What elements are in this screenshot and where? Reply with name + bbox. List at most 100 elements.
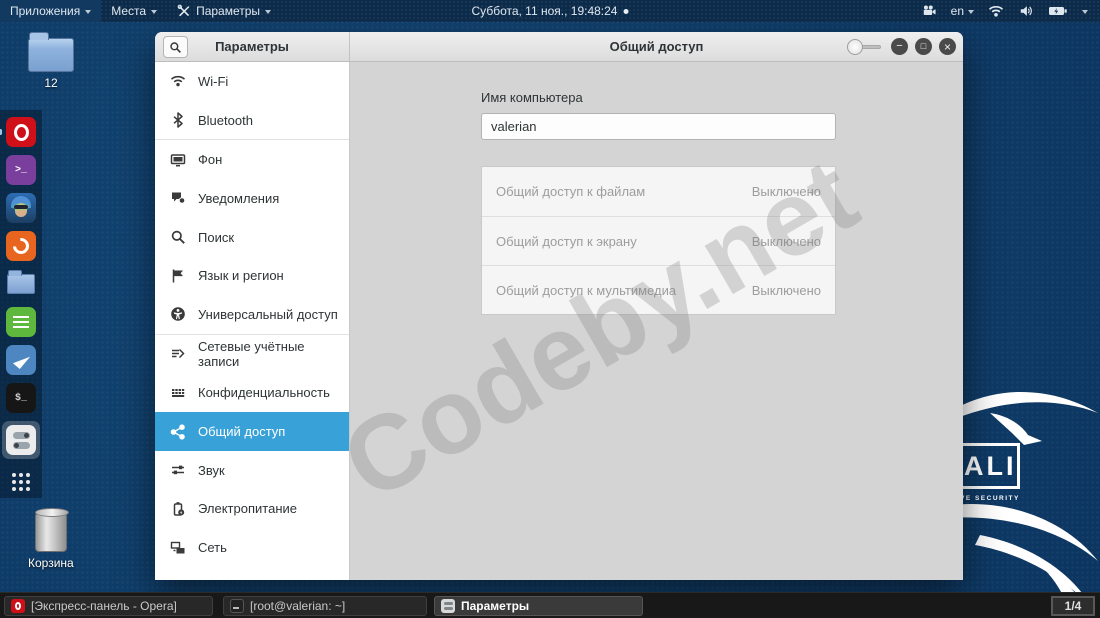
headerbar-content-section: Общий доступ − □ × <box>350 32 963 61</box>
appmenu-settings[interactable]: Параметры <box>167 0 281 22</box>
search-icon <box>170 41 181 53</box>
sidebar-item-background[interactable]: Фон <box>155 140 349 179</box>
taskbar-opera-window[interactable]: [Экспресс-панель - Opera] <box>4 596 213 616</box>
row-file-sharing[interactable]: Общий доступ к файлам Выключено <box>482 167 835 216</box>
taskbar-window-title: Параметры <box>461 599 530 613</box>
headerbar: Параметры Общий доступ − □ × <box>155 32 963 62</box>
dock-text-editor-icon[interactable] <box>6 307 36 337</box>
wifi-status-icon[interactable] <box>988 5 1004 18</box>
applications-menu-label: Приложения <box>10 4 81 18</box>
toggle-pill-icon <box>12 431 30 439</box>
sidebar-item-network[interactable]: Сеть <box>155 528 349 567</box>
sidebar-item-label: Звук <box>198 462 225 478</box>
online-accounts-icon <box>170 346 186 362</box>
switch-knob <box>847 39 863 55</box>
battery-icon <box>170 501 186 517</box>
monitor-icon <box>170 152 186 168</box>
minimize-button[interactable]: − <box>891 38 908 55</box>
close-icon: × <box>943 39 951 54</box>
sidebar-item-online-accounts[interactable]: Сетевые учётные записи <box>155 335 349 374</box>
taskbar-window-title: [root@valerian: ~] <box>250 599 346 613</box>
window-title: Параметры <box>215 39 289 54</box>
battery-status-icon[interactable] <box>1048 5 1068 17</box>
dock-root-terminal-icon[interactable]: $_ <box>6 383 36 413</box>
dock-settings-icon[interactable] <box>6 425 36 455</box>
trash-label: Корзина <box>28 556 74 570</box>
sidebar-item-label: Wi-Fi <box>198 73 229 89</box>
headerbar-sidebar-section: Параметры <box>155 32 350 61</box>
accessibility-icon <box>170 306 186 322</box>
trash-icon <box>34 508 69 552</box>
sidebar-item-region[interactable]: Язык и регион <box>155 256 349 295</box>
running-indicator <box>0 129 2 135</box>
taskbar-window-title: [Экспресс-панель - Opera] <box>31 599 177 613</box>
sharing-options-list: Общий доступ к файлам Выключено Общий до… <box>481 166 836 315</box>
dock-file-manager-icon[interactable] <box>6 269 36 299</box>
row-media-sharing[interactable]: Общий доступ к мультимедиа Выключено <box>482 265 835 314</box>
dock: >_ $_ <box>0 110 42 498</box>
sharing-panel: Имя компьютера Общий доступ к файлам Вык… <box>351 62 963 580</box>
keyboard-layout-indicator[interactable]: en <box>951 4 974 18</box>
dock-avatar-app-icon[interactable] <box>6 193 36 223</box>
sidebar-item-universal-access[interactable]: Универсальный доступ <box>155 295 349 334</box>
computer-name-label: Имя компьютера <box>481 90 583 105</box>
volume-icon[interactable] <box>1018 4 1034 18</box>
settings-icon <box>441 599 455 613</box>
share-icon <box>170 423 186 440</box>
folder-icon <box>7 270 35 294</box>
workspace-indicator[interactable]: 1/4 <box>1051 596 1095 616</box>
chevron-down-icon <box>85 9 92 14</box>
row-screen-sharing[interactable]: Общий доступ к экрану Выключено <box>482 216 835 265</box>
dock-settings-active-highlight <box>2 421 40 459</box>
sidebar-item-label: Универсальный доступ <box>198 306 338 322</box>
sidebar-item-notifications[interactable]: Уведомления <box>155 179 349 218</box>
taskbar-terminal-window[interactable]: [root@valerian: ~] <box>223 596 427 616</box>
dock-show-applications-icon[interactable] <box>6 467 36 497</box>
keyboard-layout-label: en <box>950 4 964 18</box>
sidebar-item-sharing[interactable]: Общий доступ <box>155 412 349 451</box>
folder-icon <box>28 32 74 72</box>
system-menu-chevron-icon[interactable] <box>1082 9 1088 14</box>
sidebar-item-label: Электропитание <box>198 501 297 517</box>
taskbar-settings-window[interactable]: Параметры <box>434 596 643 616</box>
sidebar-item-sound[interactable]: Звук <box>155 451 349 490</box>
search-button[interactable] <box>163 36 188 58</box>
terminal-icon <box>230 599 244 613</box>
grid-dots-icon <box>12 473 16 477</box>
chevron-down-icon <box>151 9 158 14</box>
sidebar-item-label: Сетевые учётные записи <box>198 339 305 370</box>
sidebar-item-bluetooth[interactable]: Bluetooth <box>155 101 349 140</box>
tools-icon <box>177 4 190 17</box>
panel-title: Общий доступ <box>609 39 704 54</box>
bluetooth-icon <box>170 112 186 128</box>
dock-web-browser-icon[interactable] <box>6 231 36 261</box>
text-lines-icon <box>13 315 29 319</box>
sidebar-item-wifi[interactable]: Wi-Fi <box>155 62 349 101</box>
clock-text: Суббота, 11 ноя., 19:48:24 <box>471 4 618 18</box>
network-icon <box>170 540 186 556</box>
sound-mixer-icon <box>170 462 186 478</box>
toggle-pill-icon <box>12 441 30 449</box>
sharing-master-switch[interactable] <box>847 39 881 55</box>
maximize-button[interactable]: □ <box>915 38 932 55</box>
sidebar-item-power[interactable]: Электропитание <box>155 490 349 529</box>
sidebar-item-search[interactable]: Поиск <box>155 218 349 257</box>
sidebar-item-label: Поиск <box>198 229 235 245</box>
desktop-trash[interactable]: Корзина <box>28 508 74 570</box>
applications-menu[interactable]: Приложения <box>0 0 102 22</box>
kali-logo-subtext: VE SECURITY <box>960 495 1020 502</box>
dock-opera-icon[interactable] <box>0 117 36 147</box>
close-button[interactable]: × <box>939 38 956 55</box>
places-menu[interactable]: Места <box>101 0 167 22</box>
computer-name-input[interactable] <box>481 113 836 140</box>
clock[interactable]: Суббота, 11 ноя., 19:48:24 <box>472 4 629 18</box>
sidebar-item-privacy[interactable]: Конфиденциальность <box>155 374 349 413</box>
bottom-taskbar: [Экспресс-панель - Opera] [root@valerian… <box>0 592 1100 618</box>
dock-terminal-icon[interactable]: >_ <box>6 155 36 185</box>
folder-label: 12 <box>44 76 58 90</box>
terminal-prompt-glyph: >_ <box>14 164 27 176</box>
notification-bubble-icon <box>170 190 186 206</box>
desktop-folder-12[interactable]: 12 <box>28 32 74 90</box>
screencast-icon[interactable] <box>921 4 937 18</box>
dock-cleaner-icon[interactable] <box>6 345 36 375</box>
